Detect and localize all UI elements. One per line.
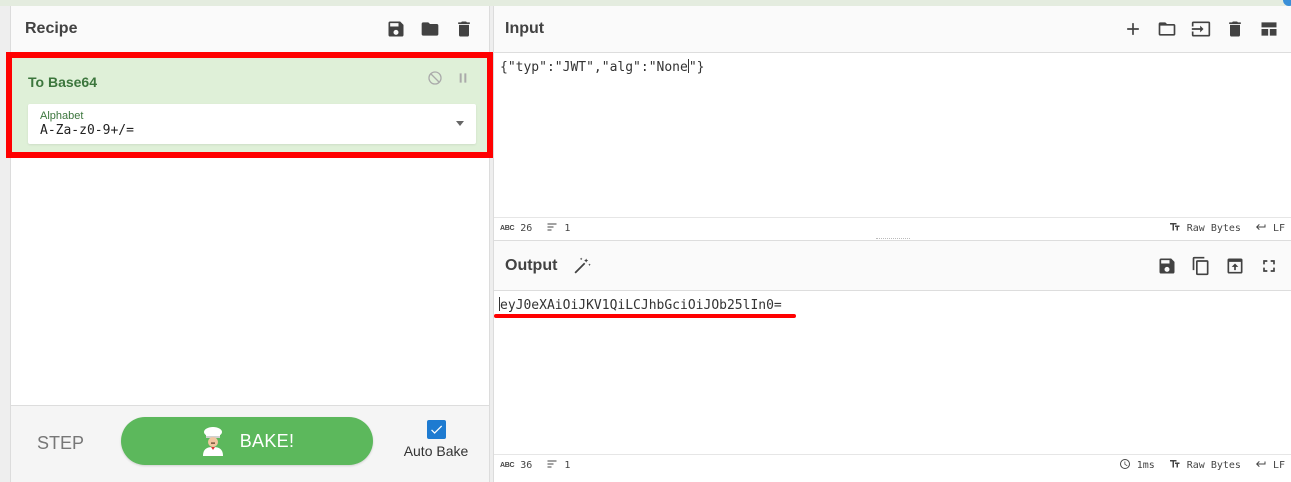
auto-bake-checkbox[interactable]	[426, 420, 446, 439]
output-content: eyJ0eXAiOiJKV1QiLCJhbGciOiJOb25lIn0=	[500, 298, 782, 313]
checkmark-icon	[430, 425, 442, 434]
open-folder-icon[interactable]	[1156, 18, 1178, 40]
bake-button[interactable]: BAKE!	[121, 417, 373, 465]
fullscreen-icon[interactable]	[1258, 255, 1280, 277]
copy-icon[interactable]	[1190, 255, 1212, 277]
input-line-count: 1	[546, 221, 570, 236]
input-char-count: ABC 26	[500, 223, 533, 234]
trash-icon[interactable]	[453, 18, 475, 40]
add-tab-icon[interactable]	[1122, 18, 1144, 40]
abc-icon: ABC	[500, 225, 515, 232]
output-panel: Output eyJ0eXAiOiJKV1QiLCJhbGciOiJOb25lI…	[494, 240, 1291, 482]
lines-icon	[546, 221, 558, 236]
alphabet-select[interactable]: Alphabet A-Za-z0-9+/=	[28, 104, 476, 144]
recipe-controls: STEP BAKE! Auto Bake	[11, 405, 489, 482]
clock-icon	[1119, 458, 1131, 473]
input-text[interactable]: {"typ":"JWT","alg":"None"}	[500, 59, 705, 75]
input-content: {"typ":"JWT","alg":"None"}	[500, 59, 705, 75]
move-to-input-icon[interactable]	[1224, 255, 1246, 277]
output-header: Output	[494, 241, 1291, 291]
auto-bake-toggle[interactable]: Auto Bake	[401, 420, 471, 461]
output-header-icons	[1156, 255, 1280, 277]
input-panel: Input {"typ":"JWT","alg":"None"} ABC 26 …	[494, 6, 1291, 241]
clear-input-icon[interactable]	[1224, 18, 1246, 40]
auto-bake-label: Auto Bake	[403, 443, 469, 459]
output-char-count: ABC 36	[500, 460, 533, 471]
recipe-title: Recipe	[25, 20, 78, 37]
recipe-panel: Recipe To Base64 Alphabet A-Za-z0-9+/= S…	[6, 6, 493, 482]
input-header: Input	[494, 6, 1291, 53]
alphabet-label: Alphabet	[40, 110, 84, 122]
input-header-icons	[1122, 18, 1280, 40]
output-text[interactable]: eyJ0eXAiOiJKV1QiLCJhbGciOiJOb25lIn0=	[499, 297, 782, 313]
save-icon[interactable]	[385, 18, 407, 40]
pause-icon[interactable]	[455, 70, 471, 86]
bake-time: 1ms	[1119, 458, 1155, 473]
bake-label: BAKE!	[239, 430, 295, 451]
operation-controls	[427, 70, 471, 86]
output-line-count: 1	[546, 458, 570, 473]
return-icon	[1255, 221, 1267, 236]
folder-icon[interactable]	[419, 18, 441, 40]
abc-icon: ABC	[500, 462, 515, 469]
input-encoding[interactable]: Raw Bytes	[1169, 221, 1241, 236]
output-title: Output	[505, 256, 558, 274]
recipe-header-icons	[385, 18, 475, 40]
magic-wand-icon[interactable]	[571, 255, 593, 277]
text-size-icon	[1169, 221, 1181, 236]
input-eol[interactable]: LF	[1255, 221, 1285, 236]
layout-icon[interactable]	[1258, 18, 1280, 40]
return-icon	[1255, 458, 1267, 473]
lines-icon	[546, 458, 558, 473]
text-cursor	[687, 59, 689, 73]
input-status-bar: ABC 26 1 Raw Bytes LF	[494, 217, 1291, 239]
chevron-down-icon[interactable]	[456, 121, 464, 126]
output-status-bar: ABC 36 1 1ms Raw Bytes LF	[494, 454, 1291, 476]
operation-title: To Base64	[28, 74, 97, 90]
open-file-icon[interactable]	[1190, 18, 1212, 40]
operation-to-base64[interactable]: To Base64 Alphabet A-Za-z0-9+/=	[6, 52, 493, 158]
output-encoding[interactable]: Raw Bytes	[1169, 458, 1241, 473]
disable-icon[interactable]	[427, 70, 443, 86]
text-size-icon	[1169, 458, 1181, 473]
step-button[interactable]: STEP	[37, 433, 84, 454]
save-output-icon[interactable]	[1156, 255, 1178, 277]
output-highlight-underline	[494, 314, 796, 318]
input-title: Input	[505, 20, 545, 37]
alphabet-value: A-Za-z0-9+/=	[40, 123, 134, 138]
chef-icon	[202, 427, 223, 456]
output-eol[interactable]: LF	[1255, 458, 1285, 473]
recipe-header: Recipe	[11, 6, 489, 53]
